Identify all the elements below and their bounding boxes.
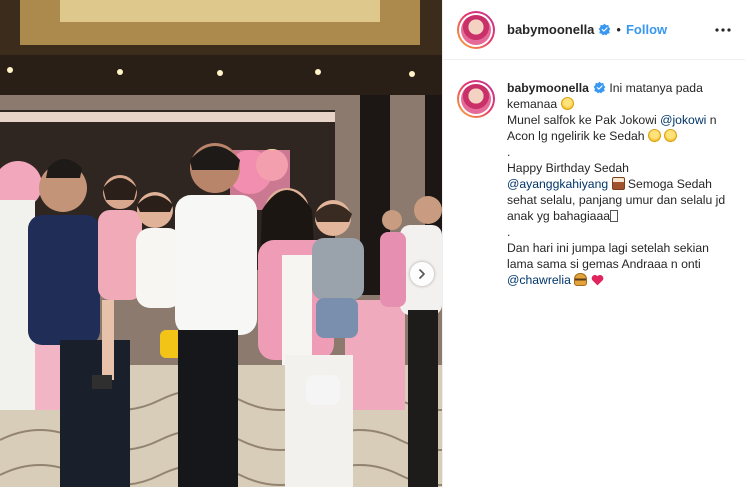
mention-link[interactable]: @ayanggkahiyang <box>507 177 608 191</box>
grinning-sweat-emoji-icon <box>560 97 574 110</box>
caption-username[interactable]: babymoonella <box>507 81 589 95</box>
mention-link[interactable]: @jokowi <box>660 113 706 127</box>
username-link[interactable]: babymoonella <box>507 22 594 37</box>
carousel-next-button[interactable] <box>410 262 434 286</box>
more-options-button[interactable] <box>715 22 731 38</box>
caption-text: babymoonella Ini matanya pada kemanaa Mu… <box>507 80 731 288</box>
cake-emoji-icon <box>611 177 625 190</box>
follow-button[interactable]: Follow <box>626 22 667 37</box>
laughing-emoji-icon <box>647 129 661 142</box>
post-sidebar: babymoonella • Follow babymoonella Ini m… <box>442 0 745 487</box>
laughing-emoji-icon <box>664 129 678 142</box>
caption: babymoonella Ini matanya pada kemanaa Mu… <box>443 60 745 288</box>
post-header: babymoonella • Follow <box>443 0 745 60</box>
caption-line: Munel salfok ke Pak Jokowi <box>507 113 661 127</box>
caption-dot: . <box>507 145 511 159</box>
heart-emoji-icon <box>591 274 603 286</box>
burger-emoji-icon <box>574 273 588 286</box>
caption-line: Happy Birthday Sedah <box>507 161 629 175</box>
verified-badge-icon <box>593 81 606 94</box>
post-photo[interactable] <box>0 0 442 487</box>
more-options-icon <box>715 27 731 32</box>
caption-dot: . <box>507 225 511 239</box>
header-separator: • <box>616 22 621 37</box>
mention-link[interactable]: @chawrelia <box>507 273 571 287</box>
caption-avatar[interactable] <box>457 80 495 118</box>
avatar[interactable] <box>457 10 495 49</box>
chevron-right-icon <box>419 269 425 279</box>
verified-badge-icon <box>599 23 611 36</box>
missing-glyph-icon <box>610 210 619 222</box>
caption-line: Dan hari ini jumpa lagi setelah sekian l… <box>507 241 713 271</box>
post-image <box>0 0 442 487</box>
